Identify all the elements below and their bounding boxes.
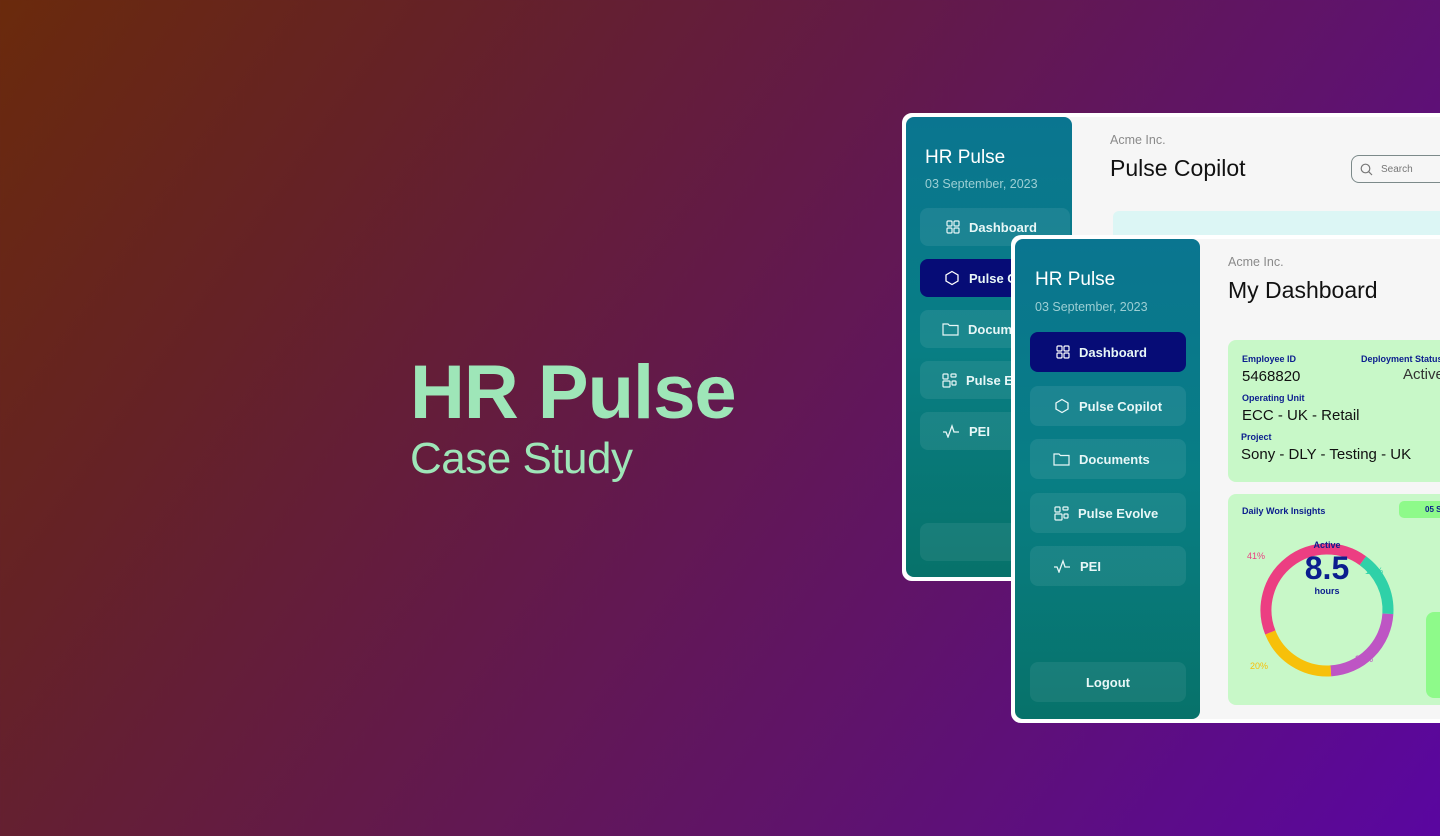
org-name: Acme Inc. xyxy=(1110,133,1166,147)
operating-unit-label: Operating Unit xyxy=(1242,393,1305,403)
sidebar-item-pulse-copilot[interactable]: Pulse Copilot xyxy=(1030,386,1186,426)
donut-segment xyxy=(1265,630,1332,677)
sidebar-item-label: Dashboard xyxy=(1079,344,1147,360)
hero: HR Pulse Case Study xyxy=(410,350,737,484)
sidebar: HR Pulse 03 September, 2023 Dashboard Pu… xyxy=(1015,239,1200,719)
grid-icon xyxy=(946,220,960,234)
pulse-icon xyxy=(943,424,959,438)
sidebar-item-pulse-evolve[interactable]: Pulse Evolve xyxy=(1030,493,1186,533)
sidebar-item-label: Pulse Evolve xyxy=(1078,505,1159,521)
sidebar-app-name: HR Pulse xyxy=(925,147,1006,168)
logout-button[interactable]: Logout xyxy=(1030,662,1186,702)
pulse-icon xyxy=(1054,559,1070,573)
sidebar-item-label: PEI xyxy=(1080,558,1101,574)
layout-icon xyxy=(1054,505,1069,521)
project-value: Sony - DLY - Testing - UK xyxy=(1241,446,1412,463)
sidebar-item-label: Dashboard xyxy=(969,219,1037,235)
search-icon xyxy=(1360,163,1373,175)
search-input[interactable]: Search xyxy=(1351,155,1440,183)
folder-icon xyxy=(1053,453,1070,466)
segment-label: 16% xyxy=(1365,566,1384,576)
employee-id-label: Employee ID xyxy=(1242,354,1297,364)
hero-subtitle: Case Study xyxy=(410,434,633,483)
operating-unit-value: ECC - UK - Retail xyxy=(1242,407,1360,424)
my-dashboard-window: HR Pulse 03 September, 2023 Dashboard Pu… xyxy=(1011,235,1440,723)
activity-donut-chart xyxy=(1260,543,1394,677)
layout-icon xyxy=(942,372,957,388)
sidebar-item-label: Documents xyxy=(1079,451,1150,467)
sidebar-date: 03 September, 2023 xyxy=(1035,300,1148,314)
folder-icon xyxy=(942,323,959,336)
donut-center-top: Active xyxy=(1313,540,1341,550)
hero-title: HR Pulse xyxy=(410,350,737,435)
page-title: My Dashboard xyxy=(1228,277,1378,303)
hexagon-icon xyxy=(1055,398,1069,414)
hexagon-icon xyxy=(945,270,959,286)
sidebar-item-documents[interactable]: Documents xyxy=(1030,439,1186,479)
sidebar-item-dashboard[interactable]: Dashboard xyxy=(1030,332,1186,372)
segment-label: 23% xyxy=(1355,654,1374,664)
employee-info-card: Employee ID 5468820 Deployment Status Ac… xyxy=(1228,340,1440,482)
daily-work-insights-card: Daily Work Insights 05 S Active 8.5 hour… xyxy=(1228,494,1440,705)
insights-side-panel xyxy=(1426,612,1440,698)
page-title: Pulse Copilot xyxy=(1110,155,1246,181)
grid-icon xyxy=(1056,345,1070,359)
sidebar-app-name: HR Pulse xyxy=(1035,269,1116,290)
segment-label: 41% xyxy=(1247,551,1266,561)
sidebar-item-pei[interactable]: PEI xyxy=(1030,546,1186,586)
segment-label: 20% xyxy=(1250,661,1269,671)
sidebar-date: 03 September, 2023 xyxy=(925,177,1038,191)
project-label: Project xyxy=(1241,432,1272,442)
sidebar-item-label: Pulse Copilot xyxy=(1079,398,1163,414)
sidebar-item-label: PEI xyxy=(969,423,990,439)
donut-center-bottom: hours xyxy=(1314,586,1340,596)
org-name: Acme Inc. xyxy=(1228,255,1284,269)
deployment-status-label: Deployment Status xyxy=(1361,354,1440,364)
employee-id-value: 5468820 xyxy=(1242,368,1301,385)
deployment-status-value: Active xyxy=(1403,366,1440,383)
search-placeholder: Search xyxy=(1381,163,1413,175)
